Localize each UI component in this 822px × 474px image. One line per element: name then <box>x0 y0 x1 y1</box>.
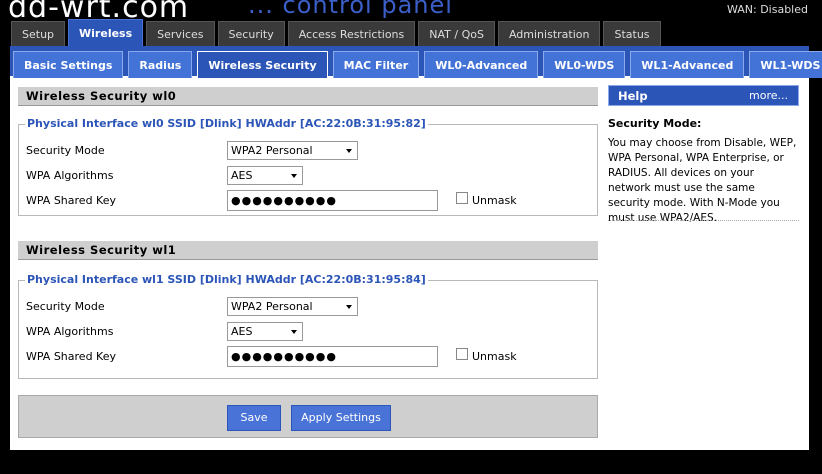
security-mode-label: Security Mode <box>26 300 105 313</box>
control-panel-subtitle: ... control panel <box>248 0 453 19</box>
chevron-down-icon <box>291 174 297 178</box>
unmask-label: Unmask <box>472 350 517 363</box>
subtab-wl0-advanced[interactable]: WL0-Advanced <box>424 51 539 78</box>
wan-status: WAN: Disabled <box>726 3 808 16</box>
sub-nav: Basic Settings Radius Wireless Security … <box>10 46 822 78</box>
wpa-algorithms-value: AES <box>231 325 253 338</box>
apply-settings-button[interactable]: Apply Settings <box>291 405 391 431</box>
main-content: Wireless Security wl0 Physical Interface… <box>10 78 809 450</box>
security-mode-select-wl0[interactable]: WPA2 Personal <box>227 141 358 160</box>
logo: dd-wrt.com <box>8 0 190 20</box>
security-mode-value: WPA2 Personal <box>231 144 313 157</box>
tab-setup[interactable]: Setup <box>11 21 66 46</box>
security-mode-label: Security Mode <box>26 144 105 157</box>
security-mode-select-wl1[interactable]: WPA2 Personal <box>227 297 358 316</box>
help-heading: Security Mode: <box>608 117 702 130</box>
wpa-algorithms-value: AES <box>231 169 253 182</box>
tab-services[interactable]: Services <box>146 21 215 46</box>
unmask-checkbox-wl1[interactable] <box>456 348 468 360</box>
chevron-down-icon <box>291 330 297 334</box>
help-text: You may choose from Disable, WEP, WPA Pe… <box>608 137 797 224</box>
unmask-checkbox-wl0[interactable] <box>456 192 468 204</box>
subtab-wl0-wds[interactable]: WL0-WDS <box>543 51 626 78</box>
interface-legend-wl0: Physical Interface wl0 SSID [Dlink] HWAd… <box>25 117 428 130</box>
subtab-wireless-security[interactable]: Wireless Security <box>197 51 328 78</box>
subtab-radius[interactable]: Radius <box>128 51 193 78</box>
save-button[interactable]: Save <box>227 405 281 431</box>
help-divider <box>608 220 799 221</box>
interface-legend-wl1: Physical Interface wl1 SSID [Dlink] HWAd… <box>25 273 428 286</box>
subtab-wl1-wds[interactable]: WL1-WDS <box>749 51 822 78</box>
tab-administration[interactable]: Administration <box>497 21 601 46</box>
security-mode-value: WPA2 Personal <box>231 300 313 313</box>
wpa-algorithms-select-wl0[interactable]: AES <box>227 166 303 185</box>
wpa-key-input-wl1[interactable]: ●●●●●●●●●● <box>227 346 438 367</box>
tab-nat-qos[interactable]: NAT / QoS <box>418 21 495 46</box>
tab-wireless[interactable]: Wireless <box>68 19 144 46</box>
wpa-algorithms-label: WPA Algorithms <box>26 169 114 182</box>
wpa-algorithms-select-wl1[interactable]: AES <box>227 322 303 341</box>
help-header: Help more... <box>608 85 799 106</box>
section-title-wl0: Wireless Security wl0 <box>18 87 598 106</box>
help-body: Security Mode: You may choose from Disab… <box>608 117 799 226</box>
fieldset-wl1: Physical Interface wl1 SSID [Dlink] HWAd… <box>18 273 598 379</box>
help-more-link[interactable]: more... <box>749 89 788 102</box>
wpa-key-label: WPA Shared Key <box>26 194 116 207</box>
wpa-algorithms-label: WPA Algorithms <box>26 325 114 338</box>
wpa-key-input-wl0[interactable]: ●●●●●●●●●● <box>227 190 438 211</box>
header: dd-wrt.com ... control panel WAN: Disabl… <box>0 0 822 20</box>
help-title: Help <box>618 89 648 103</box>
fieldset-wl0: Physical Interface wl0 SSID [Dlink] HWAd… <box>18 117 598 216</box>
tab-security[interactable]: Security <box>217 21 285 46</box>
subtab-basic-settings[interactable]: Basic Settings <box>13 51 124 78</box>
wpa-key-label: WPA Shared Key <box>26 350 116 363</box>
chevron-down-icon <box>346 149 352 153</box>
section-title-wl1: Wireless Security wl1 <box>18 241 598 260</box>
chevron-down-icon <box>346 305 352 309</box>
subtab-mac-filter[interactable]: MAC Filter <box>332 51 420 78</box>
button-bar: Save Apply Settings <box>18 395 598 438</box>
tab-status[interactable]: Status <box>603 21 661 46</box>
top-nav: Setup Wireless Services Security Access … <box>11 19 664 46</box>
unmask-label: Unmask <box>472 194 517 207</box>
tab-access-restrictions[interactable]: Access Restrictions <box>287 21 416 46</box>
subtab-wl1-advanced[interactable]: WL1-Advanced <box>630 51 745 78</box>
